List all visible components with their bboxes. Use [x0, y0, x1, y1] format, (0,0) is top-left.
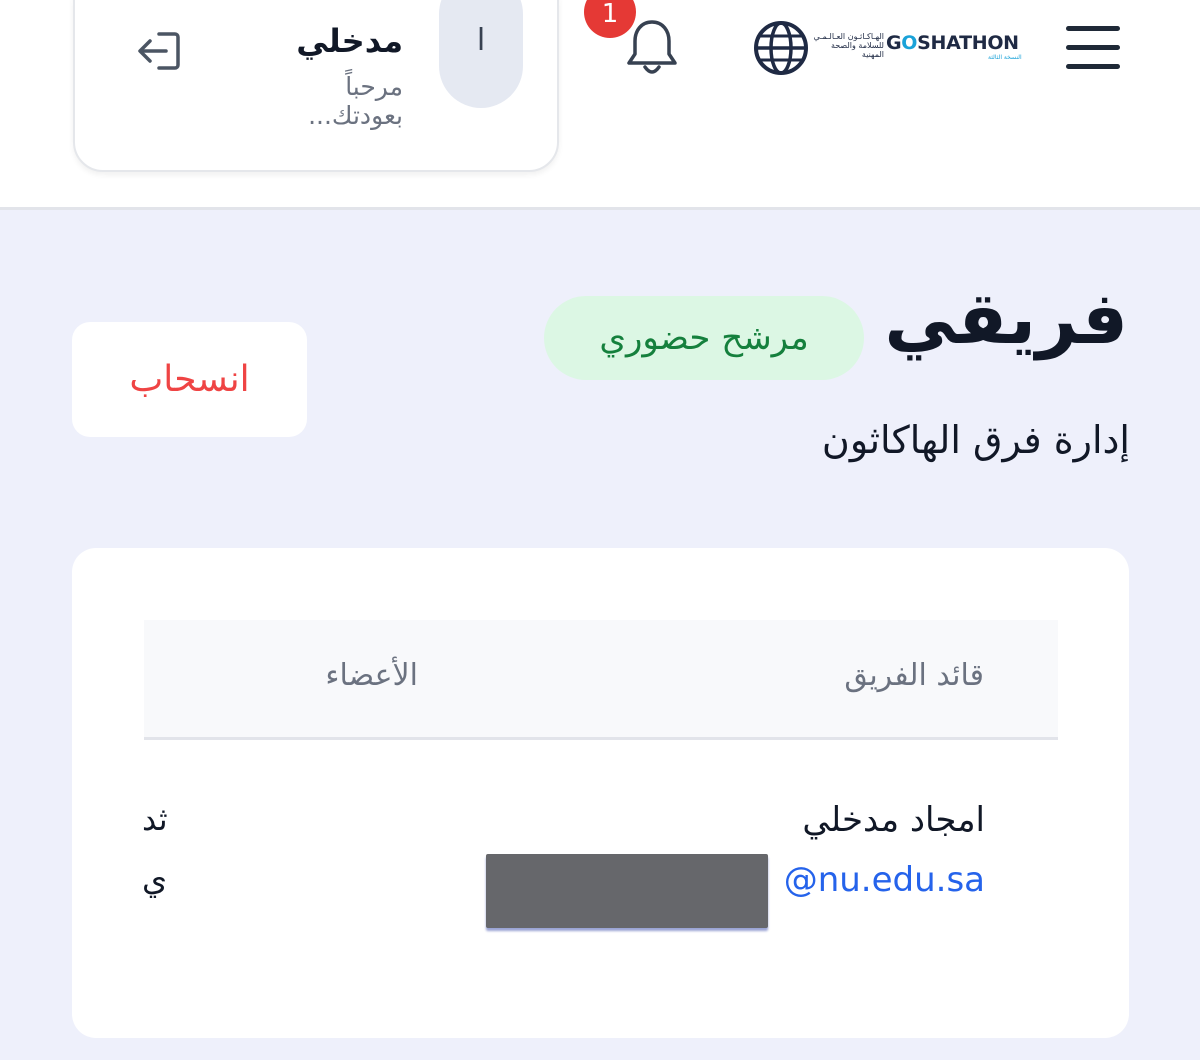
logo-brand-text: GOSHATHON — [886, 32, 1019, 54]
greeting-line-2: بعودتك... — [308, 101, 403, 130]
goshathon-logo[interactable]: الهـاكـاثـون العـالـمـي للسلامة والصحة ا… — [752, 18, 1027, 78]
logout-icon[interactable] — [135, 28, 185, 74]
hamburger-menu-icon[interactable] — [1064, 24, 1122, 72]
globe-icon — [754, 21, 808, 75]
logo-brand-g: G — [886, 32, 902, 54]
top-header: ا مدخلي مرحباً بعودتك... 1 الهـاكـاثـون … — [0, 0, 1200, 210]
leader-email-link[interactable]: @nu.edu.sa — [784, 860, 985, 900]
user-profile-card[interactable]: ا مدخلي مرحباً بعودتك... — [73, 0, 559, 172]
logo-brand-suffix: SHATHON — [917, 32, 1019, 54]
logo-brand-o: O — [901, 32, 918, 54]
withdraw-button[interactable]: انسحاب — [72, 322, 307, 437]
leader-name: امجاد مدخلي — [802, 800, 985, 840]
member-name-fragment: ثد — [142, 800, 168, 838]
page-title: فريقي — [884, 276, 1128, 360]
column-header-members: الأعضاء — [325, 658, 418, 693]
avatar[interactable]: ا — [439, 0, 523, 108]
logo-arabic-text: الهـاكـاثـون العـالـمـي للسلامة والصحة ا… — [810, 32, 884, 59]
greeting-line-1: مرحباً — [345, 72, 403, 101]
page-subtitle: إدارة فرق الهاكاثون — [821, 418, 1130, 462]
redaction-box — [486, 854, 768, 928]
member-name-fragment: ي — [142, 860, 168, 898]
table-header: قائد الفريق الأعضاء — [144, 620, 1058, 740]
user-greeting: مرحباً بعودتك... — [225, 72, 403, 130]
logo-arabic-line-2: للسلامة والصحة المهنية — [830, 41, 884, 59]
team-card: قائد الفريق الأعضاء امجاد مدخلي @nu.edu.… — [72, 548, 1129, 1038]
column-header-leader: قائد الفريق — [844, 658, 984, 693]
status-badge: مرشح حضوري — [544, 296, 864, 380]
user-name: مدخلي — [296, 22, 403, 60]
logo-edition: النسخة الثالثة — [988, 54, 1022, 61]
logo-arabic-line-1: الهـاكـاثـون العـالـمـي — [813, 32, 884, 41]
